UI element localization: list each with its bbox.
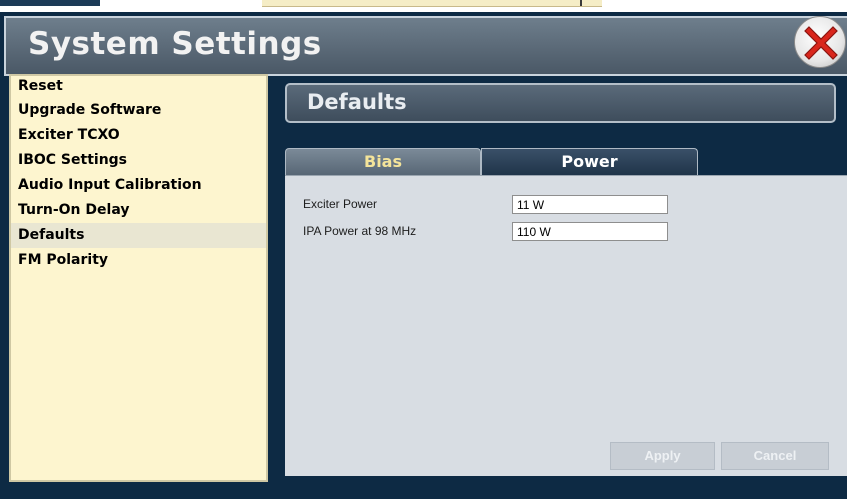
power-tab-content <box>285 175 847 476</box>
settings-menu: Reset Upgrade Software Exciter TCXO IBOC… <box>9 74 268 482</box>
menu-item-fm-polarity[interactable]: FM Polarity <box>11 248 266 273</box>
ipa-power-label: IPA Power at 98 MHz <box>303 224 417 238</box>
exciter-power-label: Exciter Power <box>303 197 378 211</box>
ipa-power-field[interactable]: 110 W <box>512 222 668 241</box>
exciter-power-field[interactable]: 11 W <box>512 195 668 214</box>
apply-button[interactable]: Apply <box>610 442 715 470</box>
dialog-title: System Settings <box>28 26 322 62</box>
menu-item-turn-on-delay[interactable]: Turn-On Delay <box>11 198 266 223</box>
menu-item-audio-input-calibration[interactable]: Audio Input Calibration <box>11 173 266 198</box>
tab-bias[interactable]: Bias <box>285 148 481 176</box>
close-icon <box>804 26 838 60</box>
tab-power[interactable]: Power <box>481 148 698 176</box>
menu-item-reset[interactable]: Reset <box>11 76 266 98</box>
panel-title-bar: Defaults <box>285 83 836 123</box>
panel-title: Defaults <box>307 90 407 114</box>
cancel-button[interactable]: Cancel <box>721 442 829 470</box>
menu-item-exciter-tcxo[interactable]: Exciter TCXO <box>11 123 266 148</box>
dialog-header: System Settings <box>4 16 847 76</box>
menu-item-defaults[interactable]: Defaults <box>11 223 266 248</box>
top-strip <box>0 0 847 12</box>
close-button[interactable] <box>794 16 846 68</box>
menu-item-upgrade-software[interactable]: Upgrade Software <box>11 98 266 123</box>
menu-item-iboc-settings[interactable]: IBOC Settings <box>11 148 266 173</box>
